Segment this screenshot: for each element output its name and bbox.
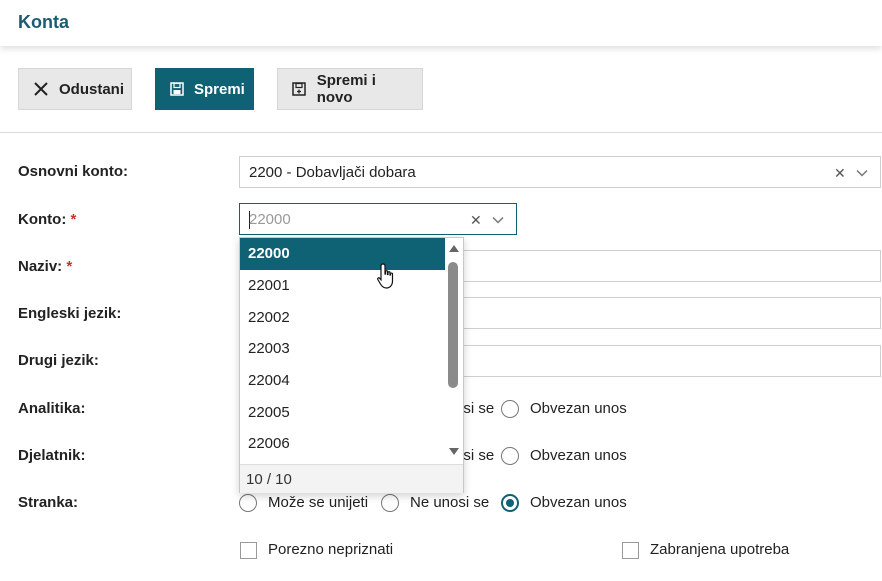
- divider: [0, 132, 882, 133]
- cancel-button[interactable]: Odustani: [18, 68, 132, 110]
- save-button[interactable]: Spremi: [155, 68, 254, 110]
- porezno-nepriznati-checkbox[interactable]: [240, 542, 257, 559]
- stranka-label: Stranka:: [18, 494, 79, 511]
- save-button-label: Spremi: [194, 80, 245, 98]
- stranka-moze-se-unijeti-label: Može se unijeti: [268, 494, 369, 511]
- djelatnik-obvezan-unos-radio[interactable]: [501, 447, 519, 465]
- konto-value: 22000: [249, 211, 291, 228]
- zabranjena-upotreba-checkbox[interactable]: [622, 542, 639, 559]
- required-marker: *: [70, 211, 77, 228]
- hand-pointer-icon: [377, 263, 394, 289]
- dropdown-count-footer: 10 / 10: [240, 464, 463, 493]
- close-icon: [33, 81, 49, 97]
- dropdown-option[interactable]: 22000: [240, 238, 445, 270]
- osnovni-konto-label: Osnovni konto:: [18, 163, 128, 180]
- analitika-obvezan-unos-label: Obvezan unos: [530, 400, 627, 417]
- dropdown-option[interactable]: 22004: [240, 365, 445, 397]
- stranka-ne-unosi-se-label: Ne unosi se: [410, 494, 490, 511]
- porezno-nepriznati-label: Porezno nepriznati: [268, 541, 394, 558]
- scroll-up-arrow-icon[interactable]: [449, 245, 459, 252]
- save-icon: [170, 81, 184, 97]
- konto-label: Konto: *: [18, 211, 76, 228]
- konto-select[interactable]: 22000 ✕: [239, 203, 517, 235]
- konto-dropdown-list: 22000 22001 22002 22003 22004 22005 2200…: [239, 237, 464, 493]
- osnovni-konto-select[interactable]: 2200 - Dobavljači dobara ✕: [239, 156, 881, 188]
- drugi-jezik-label: Drugi jezik:: [18, 352, 99, 369]
- stranka-moze-se-unijeti-radio[interactable]: [239, 494, 257, 512]
- stranka-ne-unosi-se-radio[interactable]: [381, 494, 399, 512]
- page-title: Konta: [18, 12, 69, 32]
- dropdown-option[interactable]: 22005: [240, 397, 445, 429]
- dropdown-option[interactable]: 22006: [240, 428, 445, 460]
- clear-icon[interactable]: ✕: [834, 165, 846, 182]
- dropdown-scrollbar[interactable]: [445, 238, 463, 464]
- zabranjena-upotreba-label: Zabranjena upotreba: [650, 541, 790, 558]
- chevron-down-icon[interactable]: [491, 213, 505, 227]
- stranka-obvezan-unos-label: Obvezan unos: [530, 494, 627, 511]
- clear-icon[interactable]: ✕: [470, 212, 482, 229]
- engleski-jezik-label: Engleski jezik:: [18, 305, 122, 322]
- cancel-button-label: Odustani: [59, 80, 125, 98]
- scrollbar-thumb[interactable]: [448, 262, 458, 388]
- djelatnik-obvezan-unos-label: Obvezan unos: [530, 447, 627, 464]
- konto-label-text: Konto:: [18, 211, 67, 228]
- scroll-down-arrow-icon[interactable]: [449, 448, 459, 455]
- naziv-label-text: Naziv:: [18, 258, 63, 275]
- naziv-label: Naziv: *: [18, 258, 72, 275]
- osnovni-konto-value: 2200 - Dobavljači dobara: [249, 164, 416, 181]
- save-new-icon: [292, 81, 307, 97]
- stranka-obvezan-unos-radio[interactable]: [501, 494, 519, 512]
- save-and-new-button[interactable]: Spremi i novo: [277, 68, 423, 110]
- dropdown-option[interactable]: 22003: [240, 333, 445, 365]
- dropdown-option[interactable]: 22002: [240, 302, 445, 334]
- analitika-obvezan-unos-radio[interactable]: [501, 400, 519, 418]
- analitika-label: Analitika:: [18, 400, 86, 417]
- toolbar: Odustani Spremi Spremi i novo: [0, 68, 882, 110]
- dropdown-option[interactable]: 22001: [240, 270, 445, 302]
- save-and-new-button-label: Spremi i novo: [316, 72, 376, 106]
- chevron-down-icon[interactable]: [855, 166, 869, 180]
- required-marker: *: [66, 258, 73, 275]
- page-header: Konta: [0, 0, 882, 46]
- djelatnik-label: Djelatnik:: [18, 447, 86, 464]
